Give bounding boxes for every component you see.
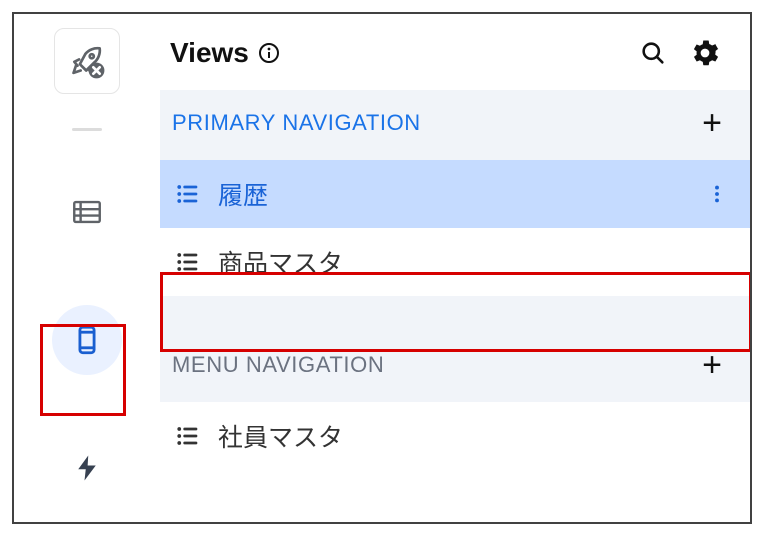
info-icon — [257, 41, 281, 65]
primary-navigation-section: PRIMARY NAVIGATION + — [160, 90, 750, 470]
view-item-label: 商品マスタ — [218, 244, 343, 280]
item-menu-button[interactable] — [706, 183, 732, 205]
page-title: Views — [170, 37, 249, 69]
plus-icon: + — [702, 106, 722, 140]
phone-icon — [70, 323, 104, 357]
table-icon — [70, 195, 104, 229]
list-icon — [174, 248, 204, 276]
search-button[interactable] — [636, 36, 670, 70]
rail-automation-button[interactable] — [52, 433, 122, 503]
rail-data-button[interactable] — [52, 177, 122, 247]
view-item-product-master[interactable]: 商品マスタ — [160, 228, 750, 296]
rocket-error-icon — [68, 42, 106, 80]
add-menu-view-button[interactable]: + — [702, 348, 722, 382]
add-primary-view-button[interactable]: + — [702, 106, 722, 140]
settings-button[interactable] — [688, 36, 722, 70]
rail-divider — [72, 128, 102, 131]
list-icon — [174, 180, 204, 208]
view-item-employee-master[interactable]: 社員マスタ — [160, 402, 750, 470]
views-info-button[interactable] — [257, 41, 281, 65]
section-title: PRIMARY NAVIGATION — [172, 110, 421, 136]
launch-button[interactable] — [54, 28, 120, 94]
section-title: MENU NAVIGATION — [172, 352, 384, 378]
lightning-icon — [72, 453, 102, 483]
nav-rail — [14, 14, 160, 522]
list-icon — [174, 422, 204, 450]
view-item-label: 履歴 — [218, 176, 268, 212]
gear-icon — [690, 38, 720, 68]
search-icon — [639, 39, 667, 67]
views-header: Views — [160, 14, 750, 90]
views-panel: Views — [160, 14, 750, 522]
view-item-label: 社員マスタ — [218, 418, 343, 454]
view-item-history[interactable]: 履歴 — [160, 160, 750, 228]
plus-icon: + — [702, 348, 722, 382]
rail-views-button[interactable] — [52, 305, 122, 375]
more-vert-icon — [706, 183, 728, 205]
